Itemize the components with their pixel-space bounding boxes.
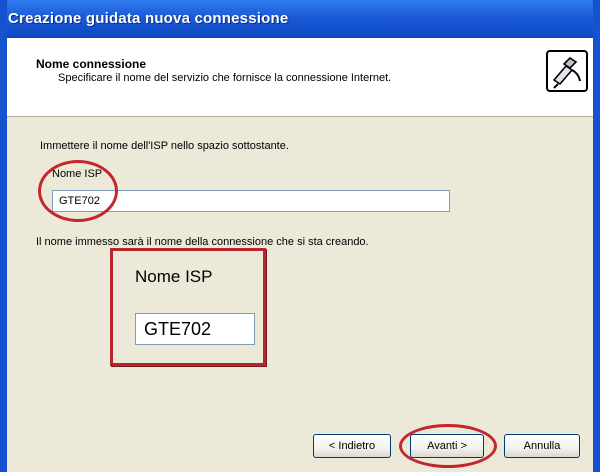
wizard-connection-icon — [546, 50, 588, 92]
back-button[interactable]: < Indietro — [313, 434, 391, 458]
wizard-window: Creazione guidata nuova connessione Nome… — [0, 0, 600, 472]
highlight-circle-next-button — [399, 424, 497, 468]
zoom-isp-input: GTE702 — [135, 313, 255, 345]
zoom-isp-label: Nome ISP — [135, 267, 213, 286]
cancel-button[interactable]: Annulla — [504, 434, 580, 458]
window-title: Creazione guidata nuova connessione — [8, 10, 289, 27]
window-frame-right — [593, 0, 600, 472]
hint-text: Il nome immesso sarà il nome della conne… — [36, 236, 369, 248]
window-frame-left — [0, 0, 7, 472]
instruction-text: Immettere il nome dell'ISP nello spazio … — [40, 140, 289, 152]
header-title: Nome connessione — [36, 57, 147, 71]
header-subtitle: Specificare il nome del servizio che for… — [58, 72, 392, 84]
highlight-circle-isp-label — [38, 160, 118, 222]
title-bar[interactable]: Creazione guidata nuova connessione — [0, 0, 600, 38]
zoom-callout: Nome ISP GTE702 — [110, 248, 266, 366]
